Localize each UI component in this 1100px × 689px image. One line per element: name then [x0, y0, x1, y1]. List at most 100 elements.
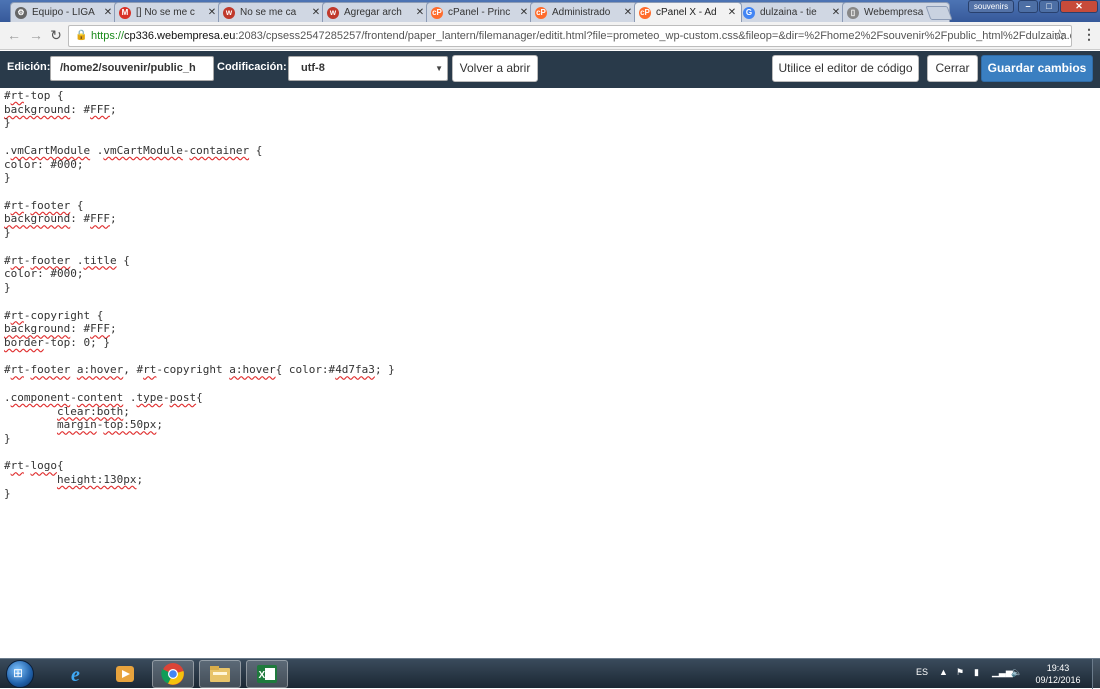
code-line: margin-top:50px;: [56, 418, 163, 432]
chrome-icon[interactable]: [152, 660, 194, 688]
browser-tab[interactable]: cP cPanel X - Ad ✕: [634, 2, 742, 22]
tab-close-icon[interactable]: ✕: [103, 7, 113, 18]
code-line: .component-content .type-post{: [4, 390, 203, 404]
internet-explorer-icon[interactable]: e: [58, 660, 100, 688]
tab-close-icon[interactable]: ✕: [831, 7, 841, 18]
code-line: clear:both;: [56, 404, 130, 418]
browser-tab[interactable]: w Agregar arch ✕: [322, 2, 430, 22]
code-line: #rt-footer {: [4, 198, 84, 212]
browser-tab[interactable]: ⚙ Equipo - LIGA ✕: [10, 2, 118, 22]
tab-close-icon[interactable]: ✕: [207, 7, 217, 18]
save-changes-button[interactable]: Guardar cambios: [981, 55, 1093, 82]
code-line: #rt-footer a:hover, #rt-copyright a:hove…: [4, 363, 395, 377]
tab-label: Agregar arch: [344, 7, 402, 18]
code-textarea[interactable]: #rt-top {background: #FFF;} .vmCartModule…: [0, 88, 1100, 658]
code-editor-button[interactable]: Utilice el editor de código: [772, 55, 919, 82]
tab-label: dulzaina - tie: [760, 7, 817, 18]
tab-close-icon[interactable]: ✕: [519, 7, 529, 18]
address-bar-row: ← → ↻ 🔒 https://cp336.webempresa.eu:2083/…: [0, 22, 1100, 50]
code-line: #rt-top {: [4, 89, 64, 102]
tab-close-icon[interactable]: ✕: [311, 7, 321, 18]
gmail-icon: M: [119, 6, 131, 19]
browser-tab[interactable]: Gdulzaina - tie ✕: [738, 2, 846, 22]
url-scheme: https://: [91, 30, 125, 42]
close-window-button[interactable]: ✕: [1060, 0, 1098, 13]
clock-time: 19:43: [1046, 663, 1070, 673]
maximize-window-button[interactable]: □: [1039, 0, 1059, 13]
browser-tab[interactable]: cP cPanel - Princ ✕: [426, 2, 534, 22]
code-line: }: [4, 116, 11, 130]
tab-label: Equipo - LIGA: [32, 7, 95, 18]
windows-taskbar: ⊞ e X ES ▲ ⚑ ▮ ▁▃▅ 🔈 19:43 09/12/2016: [0, 658, 1100, 689]
excel-icon[interactable]: X: [246, 660, 288, 688]
power-icon[interactable]: ▮: [974, 667, 979, 678]
media-player-icon[interactable]: [104, 660, 146, 688]
bookmark-star-icon[interactable]: ☆: [1053, 26, 1066, 44]
action-center-flag-icon[interactable]: ⚑: [956, 667, 964, 678]
file-explorer-icon[interactable]: [199, 660, 241, 688]
start-button[interactable]: ⊞: [6, 660, 34, 688]
browser-tab[interactable]: M [] No se me c ✕: [114, 2, 222, 22]
google-icon: G: [743, 6, 755, 19]
cpanel-icon: cP: [431, 6, 443, 19]
cpanel-icon: cP: [535, 6, 547, 19]
tab-close-icon[interactable]: ✕: [415, 7, 425, 18]
tab-label: Webempresa: [864, 7, 924, 18]
volume-icon[interactable]: 🔈: [1011, 667, 1022, 678]
encoding-label: Codificación:: [217, 61, 287, 73]
code-line: height:130px;: [56, 473, 144, 487]
code-line: }: [4, 171, 11, 185]
reopen-button[interactable]: Volver a abrir: [452, 55, 538, 82]
code-line: #rt-footer .title {: [4, 253, 130, 267]
cpanel-icon: cP: [639, 6, 651, 19]
code-line: background: #FFF;: [4, 102, 117, 116]
close-button[interactable]: Cerrar: [927, 55, 978, 82]
system-clock[interactable]: 19:43 09/12/2016: [1030, 662, 1086, 686]
reload-icon[interactable]: ↻: [48, 27, 64, 43]
edition-label: Edición:: [7, 61, 51, 73]
w-icon: w: [223, 6, 235, 19]
svg-text:X: X: [259, 670, 266, 681]
profile-button[interactable]: souvenirs: [968, 0, 1014, 13]
new-tab-button[interactable]: [925, 6, 953, 20]
url-field[interactable]: 🔒 https://cp336.webempresa.eu:2083/cpsess…: [68, 25, 1072, 47]
code-line: #rt-logo{: [4, 459, 64, 473]
tab-label: Administrado: [552, 7, 611, 18]
editor-toolbar: Edición: /home2/souvenir/public_h Codifi…: [0, 51, 1100, 88]
forward-arrow-icon[interactable]: →: [28, 27, 44, 43]
browser-menu-icon[interactable]: ⋮: [1082, 26, 1096, 43]
w-icon: w: [327, 6, 339, 19]
code-line: #rt-copyright {: [4, 308, 104, 322]
back-arrow-icon[interactable]: ←: [6, 27, 22, 43]
browser-tab-strip: ⚙ Equipo - LIGA ✕ M [] No se me c ✕ w No se me …: [0, 0, 1100, 22]
minimize-window-button[interactable]: –: [1018, 0, 1038, 13]
show-desktop-button[interactable]: [1092, 659, 1100, 689]
encoding-select[interactable]: utf-8 ▼: [288, 56, 448, 81]
windows-logo-icon: ⊞: [13, 666, 24, 680]
code-line: border-top: 0; }: [4, 335, 110, 349]
code-line: }: [4, 486, 11, 500]
document-icon: ▯: [847, 6, 859, 19]
code-line: }: [4, 431, 11, 445]
tab-close-icon[interactable]: ✕: [727, 7, 737, 18]
code-line: }: [4, 226, 11, 240]
clock-date: 09/12/2016: [1035, 675, 1081, 685]
chevron-down-icon: ▼: [435, 64, 443, 73]
tab-label: cPanel - Princ: [448, 7, 511, 18]
browser-tab[interactable]: w No se me ca ✕: [218, 2, 326, 22]
browser-tab[interactable]: cP Administrado ✕: [530, 2, 638, 22]
file-path-field[interactable]: /home2/souvenir/public_h: [50, 56, 214, 81]
language-indicator[interactable]: ES: [916, 667, 928, 677]
code-line: .vmCartModule .vmCartModule-container {: [4, 143, 263, 157]
tab-close-icon[interactable]: ✕: [623, 7, 633, 18]
show-hidden-icons-icon[interactable]: ▲: [939, 667, 948, 677]
tab-label: No se me ca: [240, 7, 297, 18]
network-signal-icon[interactable]: ▁▃▅: [992, 667, 1013, 678]
encoding-value: utf-8: [301, 62, 325, 74]
